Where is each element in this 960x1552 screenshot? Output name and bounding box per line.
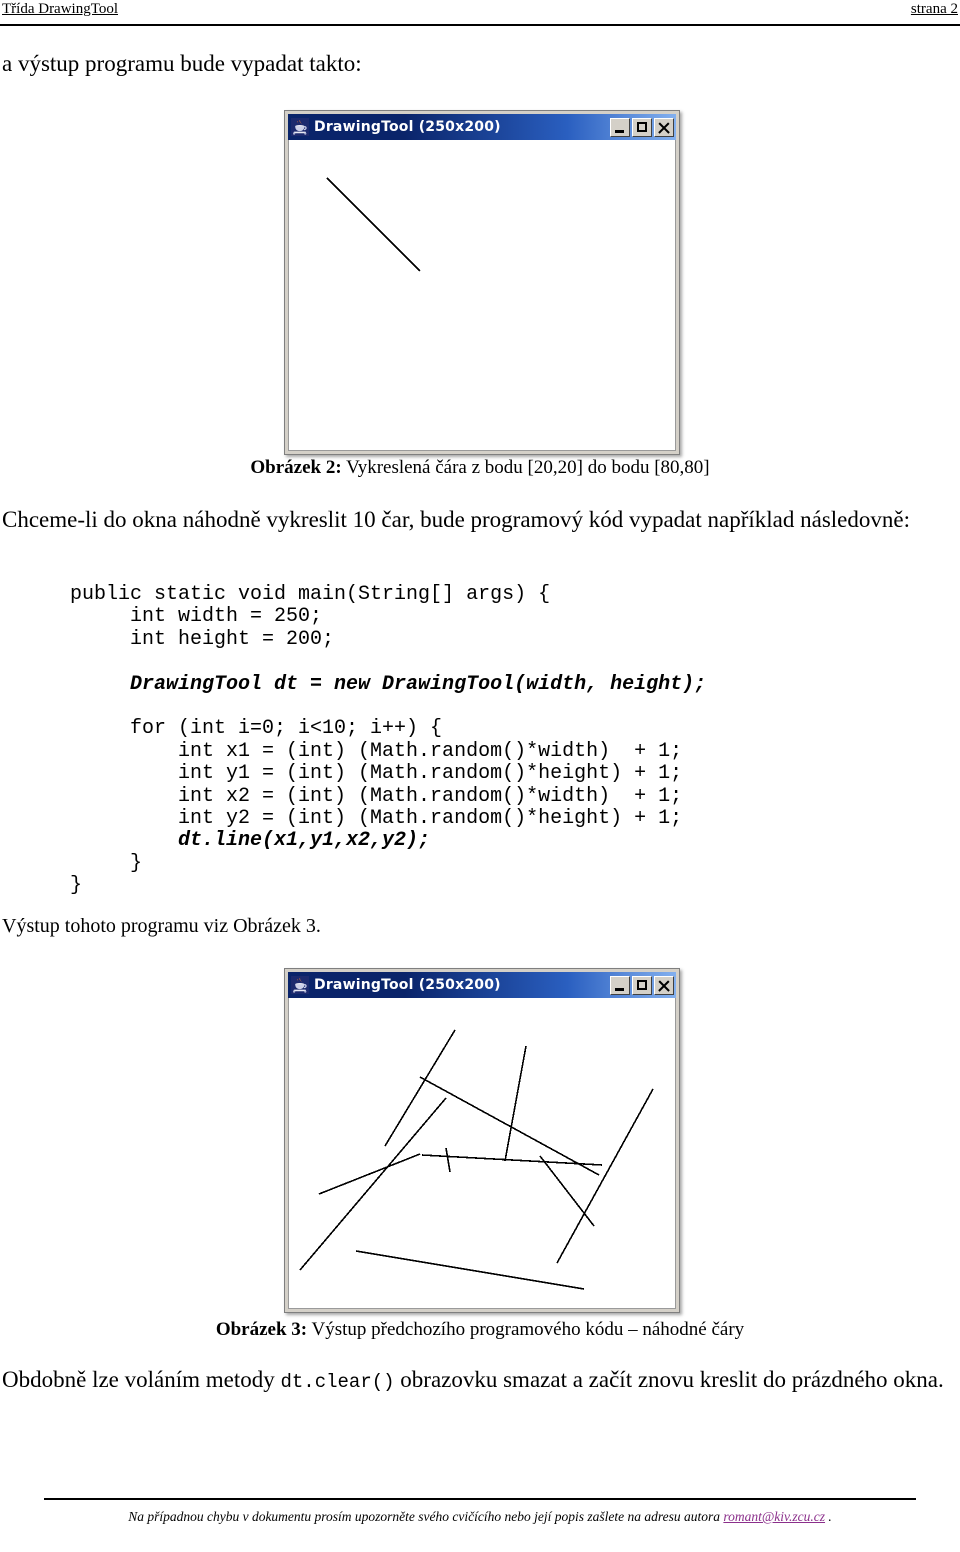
- chceme-paragraph: Chceme-li do okna náhodně vykreslit 10 č…: [2, 507, 910, 532]
- maximize-button[interactable]: [632, 975, 652, 995]
- footer-text-before: Na případnou chybu v dokumentu prosím up…: [128, 1509, 724, 1524]
- page-header: Třída DrawingTool strana 2: [0, 0, 960, 26]
- close-button[interactable]: [654, 117, 674, 137]
- maximize-icon: [637, 121, 647, 132]
- obdobne-text-before: Obdobně lze voláním metody: [2, 1367, 281, 1392]
- window-title-text: DrawingTool (250x200): [314, 119, 501, 135]
- code-line: int y2 = (int) (Math.random()*height) + …: [70, 807, 683, 831]
- obdobne-text-after: obrazovku smazat a začít znovu kreslit d…: [394, 1367, 944, 1392]
- drawn-line: [355, 1250, 585, 1290]
- code-line: int x2 = (int) (Math.random()*width) + 1…: [70, 784, 683, 808]
- drawn-line: [445, 1147, 451, 1173]
- code-line: public static void main(String[] args) {: [70, 583, 551, 606]
- code-line: int x1 = (int) (Math.random()*width) + 1…: [70, 739, 683, 763]
- code-line: DrawingTool dt = new DrawingTool(width, …: [70, 672, 707, 696]
- maximize-icon: [637, 979, 647, 990]
- code-line: int y1 = (int) (Math.random()*height) + …: [70, 762, 683, 786]
- vystup-reference-paragraph: Výstup tohoto programu viz Obrázek 3.: [2, 915, 321, 937]
- minimize-icon: [615, 987, 624, 991]
- code-line: int width = 250;: [70, 605, 323, 629]
- minimize-button[interactable]: [610, 117, 630, 137]
- canvas-lines-figure3: [299, 1029, 654, 1290]
- drawn-line: [539, 1155, 595, 1227]
- footer-email-link[interactable]: romant@kiv.zcu.cz: [723, 1509, 825, 1524]
- caption-figure3-text: Výstup předchozího programového kódu – n…: [307, 1319, 745, 1340]
- drawn-line: [556, 1088, 654, 1264]
- code-line: for (int i=0; i<10; i++) {: [70, 717, 443, 741]
- window-controls: [610, 975, 674, 995]
- code-line: }: [70, 874, 83, 898]
- caption-figure3-label: Obrázek 3:: [215, 1319, 308, 1340]
- page-footer: Na případnou chybu v dokumentu prosím up…: [44, 1498, 916, 1526]
- minimize-button[interactable]: [610, 975, 630, 995]
- maximize-button[interactable]: [632, 117, 652, 137]
- clear-method-code: dt.clear(): [280, 1371, 395, 1393]
- caption-figure3: Obrázek 3: Výstup předchozího programové…: [0, 1318, 960, 1342]
- drawing-canvas-figure2: [288, 140, 676, 451]
- caption-figure2-text: Vykreslená čára z bodu [20,20] do bodu […: [341, 457, 710, 478]
- minimize-icon: [615, 129, 624, 133]
- drawn-line: [326, 177, 421, 272]
- window-title-text: DrawingTool (250x200): [314, 977, 501, 993]
- java-cup-icon: [291, 976, 309, 994]
- close-button[interactable]: [654, 975, 674, 995]
- header-document-title: Třída DrawingTool: [2, 1, 119, 17]
- window-controls: [610, 117, 674, 137]
- drawing-canvas-figure3: [288, 998, 676, 1309]
- java-code-block: public static void main(String[] args) {…: [70, 583, 707, 898]
- drawn-line: [504, 1045, 527, 1162]
- window-titlebar[interactable]: DrawingTool (250x200): [288, 114, 676, 140]
- caption-figure2-label: Obrázek 2:: [250, 457, 342, 478]
- footer-text-after: .: [825, 1509, 832, 1524]
- header-page-number: strana 2: [910, 1, 958, 17]
- canvas-lines-figure2: [326, 177, 421, 272]
- code-line: int height = 200;: [70, 627, 335, 651]
- code-line: dt.line(x1,y1,x2,y2);: [70, 829, 431, 853]
- caption-figure2: Obrázek 2: Vykreslená čára z bodu [20,20…: [0, 456, 960, 480]
- code-line: }: [70, 851, 143, 875]
- drawn-line: [299, 1097, 447, 1271]
- intro-paragraph: a výstup programu bude vypadat takto:: [2, 51, 362, 76]
- obdobne-paragraph: Obdobně lze voláním metody dt.clear() ob…: [2, 1364, 958, 1398]
- drawingtool-window-figure3: DrawingTool (250x200): [284, 968, 680, 1313]
- window-titlebar[interactable]: DrawingTool (250x200): [288, 972, 676, 998]
- java-cup-icon: [291, 118, 309, 136]
- drawingtool-window-figure2: DrawingTool (250x200): [284, 110, 680, 455]
